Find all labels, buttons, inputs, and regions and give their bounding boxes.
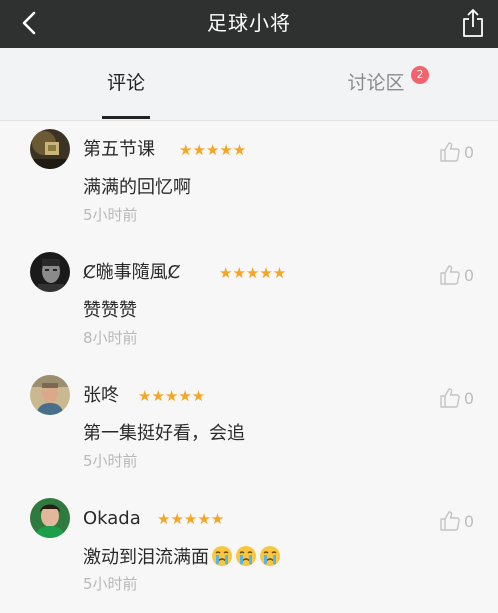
avatar[interactable] (30, 129, 70, 169)
thumbs-up-icon (440, 265, 460, 285)
share-icon[interactable] (461, 8, 485, 38)
page-title: 足球小将 (207, 11, 291, 35)
like-count: 0 (463, 388, 474, 408)
like-count: 0 (463, 142, 474, 162)
comment-text-row: 激动到泪流满面 (83, 545, 281, 570)
comment-author: 张咚 (83, 385, 119, 406)
tab-bar: 评论 讨论区 (0, 48, 498, 121)
avatar[interactable] (30, 375, 70, 415)
avatar[interactable] (30, 498, 70, 538)
comment-time: 5小时前 (83, 452, 138, 470)
rating-stars: ★★★★★ (179, 141, 247, 159)
active-tab-indicator (102, 116, 150, 119)
crying-face-emoji-icon (236, 546, 256, 566)
comment-item: Okada ★★★★★ 0 激动到泪流满面 5小时前 (0, 490, 498, 613)
thumbs-up-icon (440, 388, 460, 408)
rating-stars: ★★★★★ (219, 264, 287, 282)
comment-item: 张咚 ★★★★★ 0 第一集挺好看，会追 5小时前 (0, 367, 498, 490)
like-button[interactable]: 0 (439, 510, 474, 532)
like-count: 0 (463, 511, 474, 531)
tab-comments[interactable]: 评论 (76, 48, 176, 120)
comment-time: 5小时前 (83, 206, 138, 224)
thumbs-up-icon (440, 142, 460, 162)
comment-author: Ȼ暆事隨風Ȼ (83, 262, 181, 283)
comment-text: 第一集挺好看，会追 (83, 423, 245, 444)
comment-text: 赞赞赞 (83, 300, 137, 321)
tab-discussion[interactable]: 讨论区 (326, 48, 426, 120)
thumbs-up-icon (440, 511, 460, 531)
crying-face-emoji-icon (212, 546, 232, 566)
crying-face-emoji-icon (260, 546, 280, 566)
comment-time: 8小时前 (83, 329, 138, 347)
top-bar: 足球小将 (0, 0, 498, 48)
like-button[interactable]: 0 (439, 264, 474, 286)
avatar[interactable] (30, 252, 70, 292)
comment-item: 第五节课 ★★★★★ 0 满满的回忆啊 5小时前 (0, 121, 498, 244)
comment-author: 第五节课 (83, 139, 155, 160)
discussion-count-badge: 2 (411, 66, 429, 84)
comment-time: 5小时前 (83, 575, 138, 593)
comment-item: Ȼ暆事隨風Ȼ ★★★★★ 0 赞赞赞 8小时前 (0, 244, 498, 367)
rating-stars: ★★★★★ (138, 387, 206, 405)
comment-author: Okada (83, 508, 141, 529)
comment-text: 满满的回忆啊 (83, 177, 191, 198)
comment-text: 激动到泪流满面 (83, 547, 209, 568)
like-count: 0 (463, 265, 474, 285)
rating-stars: ★★★★★ (157, 510, 225, 528)
comment-list: 第五节课 ★★★★★ 0 满满的回忆啊 5小时前 Ȼ暆事隨風Ȼ ★★★★★ 0 … (0, 121, 498, 613)
like-button[interactable]: 0 (439, 387, 474, 409)
like-button[interactable]: 0 (439, 141, 474, 163)
